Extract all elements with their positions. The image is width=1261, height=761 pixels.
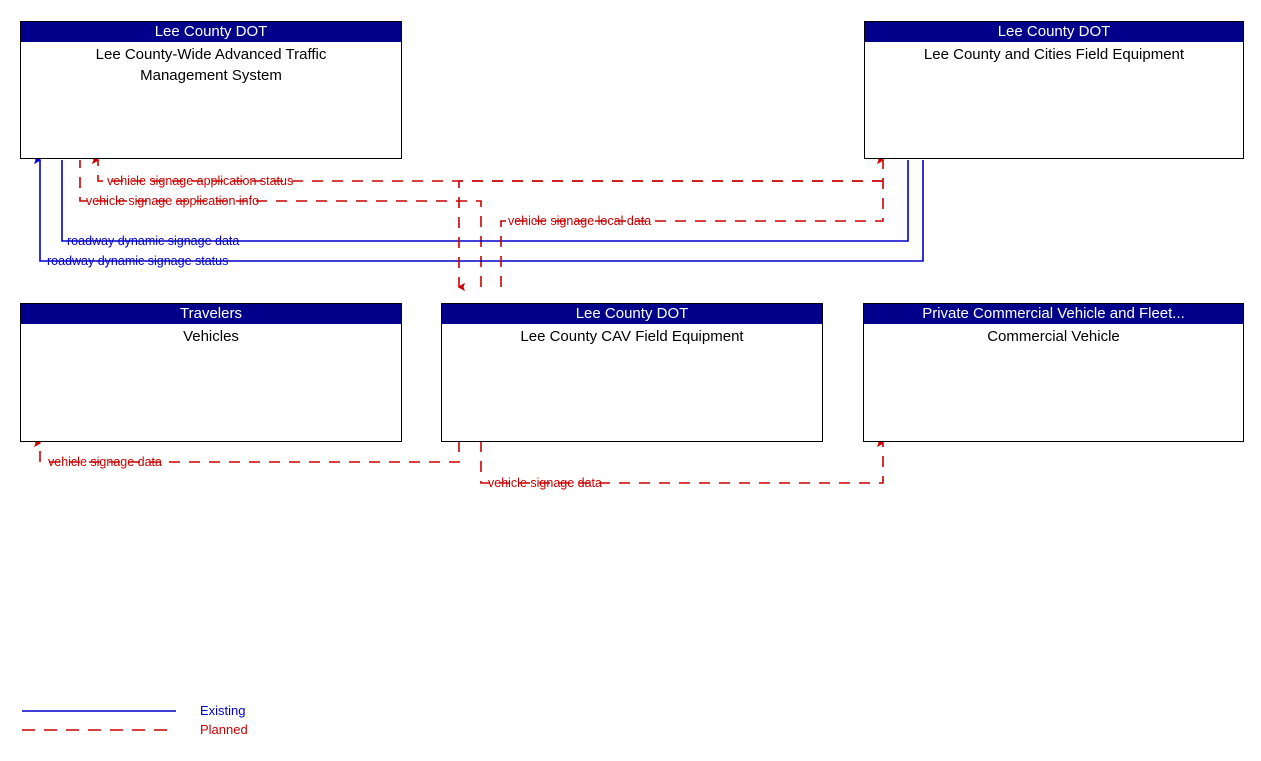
diagram-canvas: Lee County DOT Lee County-Wide Advanced … — [0, 0, 1261, 761]
node-county-cities-field-equipment-stakeholder: Lee County DOT — [865, 22, 1243, 42]
node-cav-field-equipment[interactable]: Lee County DOT Lee County CAV Field Equi… — [441, 303, 823, 442]
flow-label-vehicle-signage-data-vehicles: vehicle signage data — [48, 455, 162, 469]
node-commercial-vehicle-name: Commercial Vehicle — [987, 328, 1120, 345]
node-atms[interactable]: Lee County DOT Lee County-Wide Advanced … — [20, 21, 402, 159]
node-vehicles-name: Vehicles — [183, 328, 239, 345]
node-county-cities-field-equipment-name: Lee County and Cities Field Equipment — [923, 46, 1185, 63]
flow-label-vehicle-signage-data-commercial: vehicle signage data — [488, 476, 602, 490]
node-county-cities-field-equipment[interactable]: Lee County DOT Lee County and Cities Fie… — [864, 21, 1244, 159]
flow-label-vehicle-signage-local-data: vehicle signage local data — [508, 214, 652, 228]
flow-label-vehicle-signage-application-info: vehicle signage application info — [86, 194, 260, 208]
node-atms-stakeholder: Lee County DOT — [21, 22, 401, 42]
node-cav-field-equipment-name: Lee County CAV Field Equipment — [520, 328, 744, 345]
flow-label-roadway-dynamic-signage-data: roadway dynamic signage data — [67, 234, 240, 248]
node-atms-name: Lee County-Wide Advanced Traffic Managem… — [95, 46, 327, 84]
legend-planned-label: Planned — [200, 722, 248, 737]
node-commercial-vehicle-stakeholder: Private Commercial Vehicle and Fleet... — [864, 304, 1243, 324]
flow-label-roadway-dynamic-signage-status: roadway dynamic signage status — [47, 254, 229, 268]
wire-atms-to-cav-status — [457, 180, 883, 292]
node-cav-field-equipment-stakeholder: Lee County DOT — [442, 304, 822, 324]
flow-label-vehicle-signage-application-status: vehicle signage application status — [107, 174, 294, 188]
node-vehicles[interactable]: Travelers Vehicles — [20, 303, 402, 442]
node-commercial-vehicle[interactable]: Private Commercial Vehicle and Fleet... … — [863, 303, 1244, 442]
legend-existing-label: Existing — [200, 703, 246, 718]
node-vehicles-stakeholder: Travelers — [21, 304, 401, 324]
